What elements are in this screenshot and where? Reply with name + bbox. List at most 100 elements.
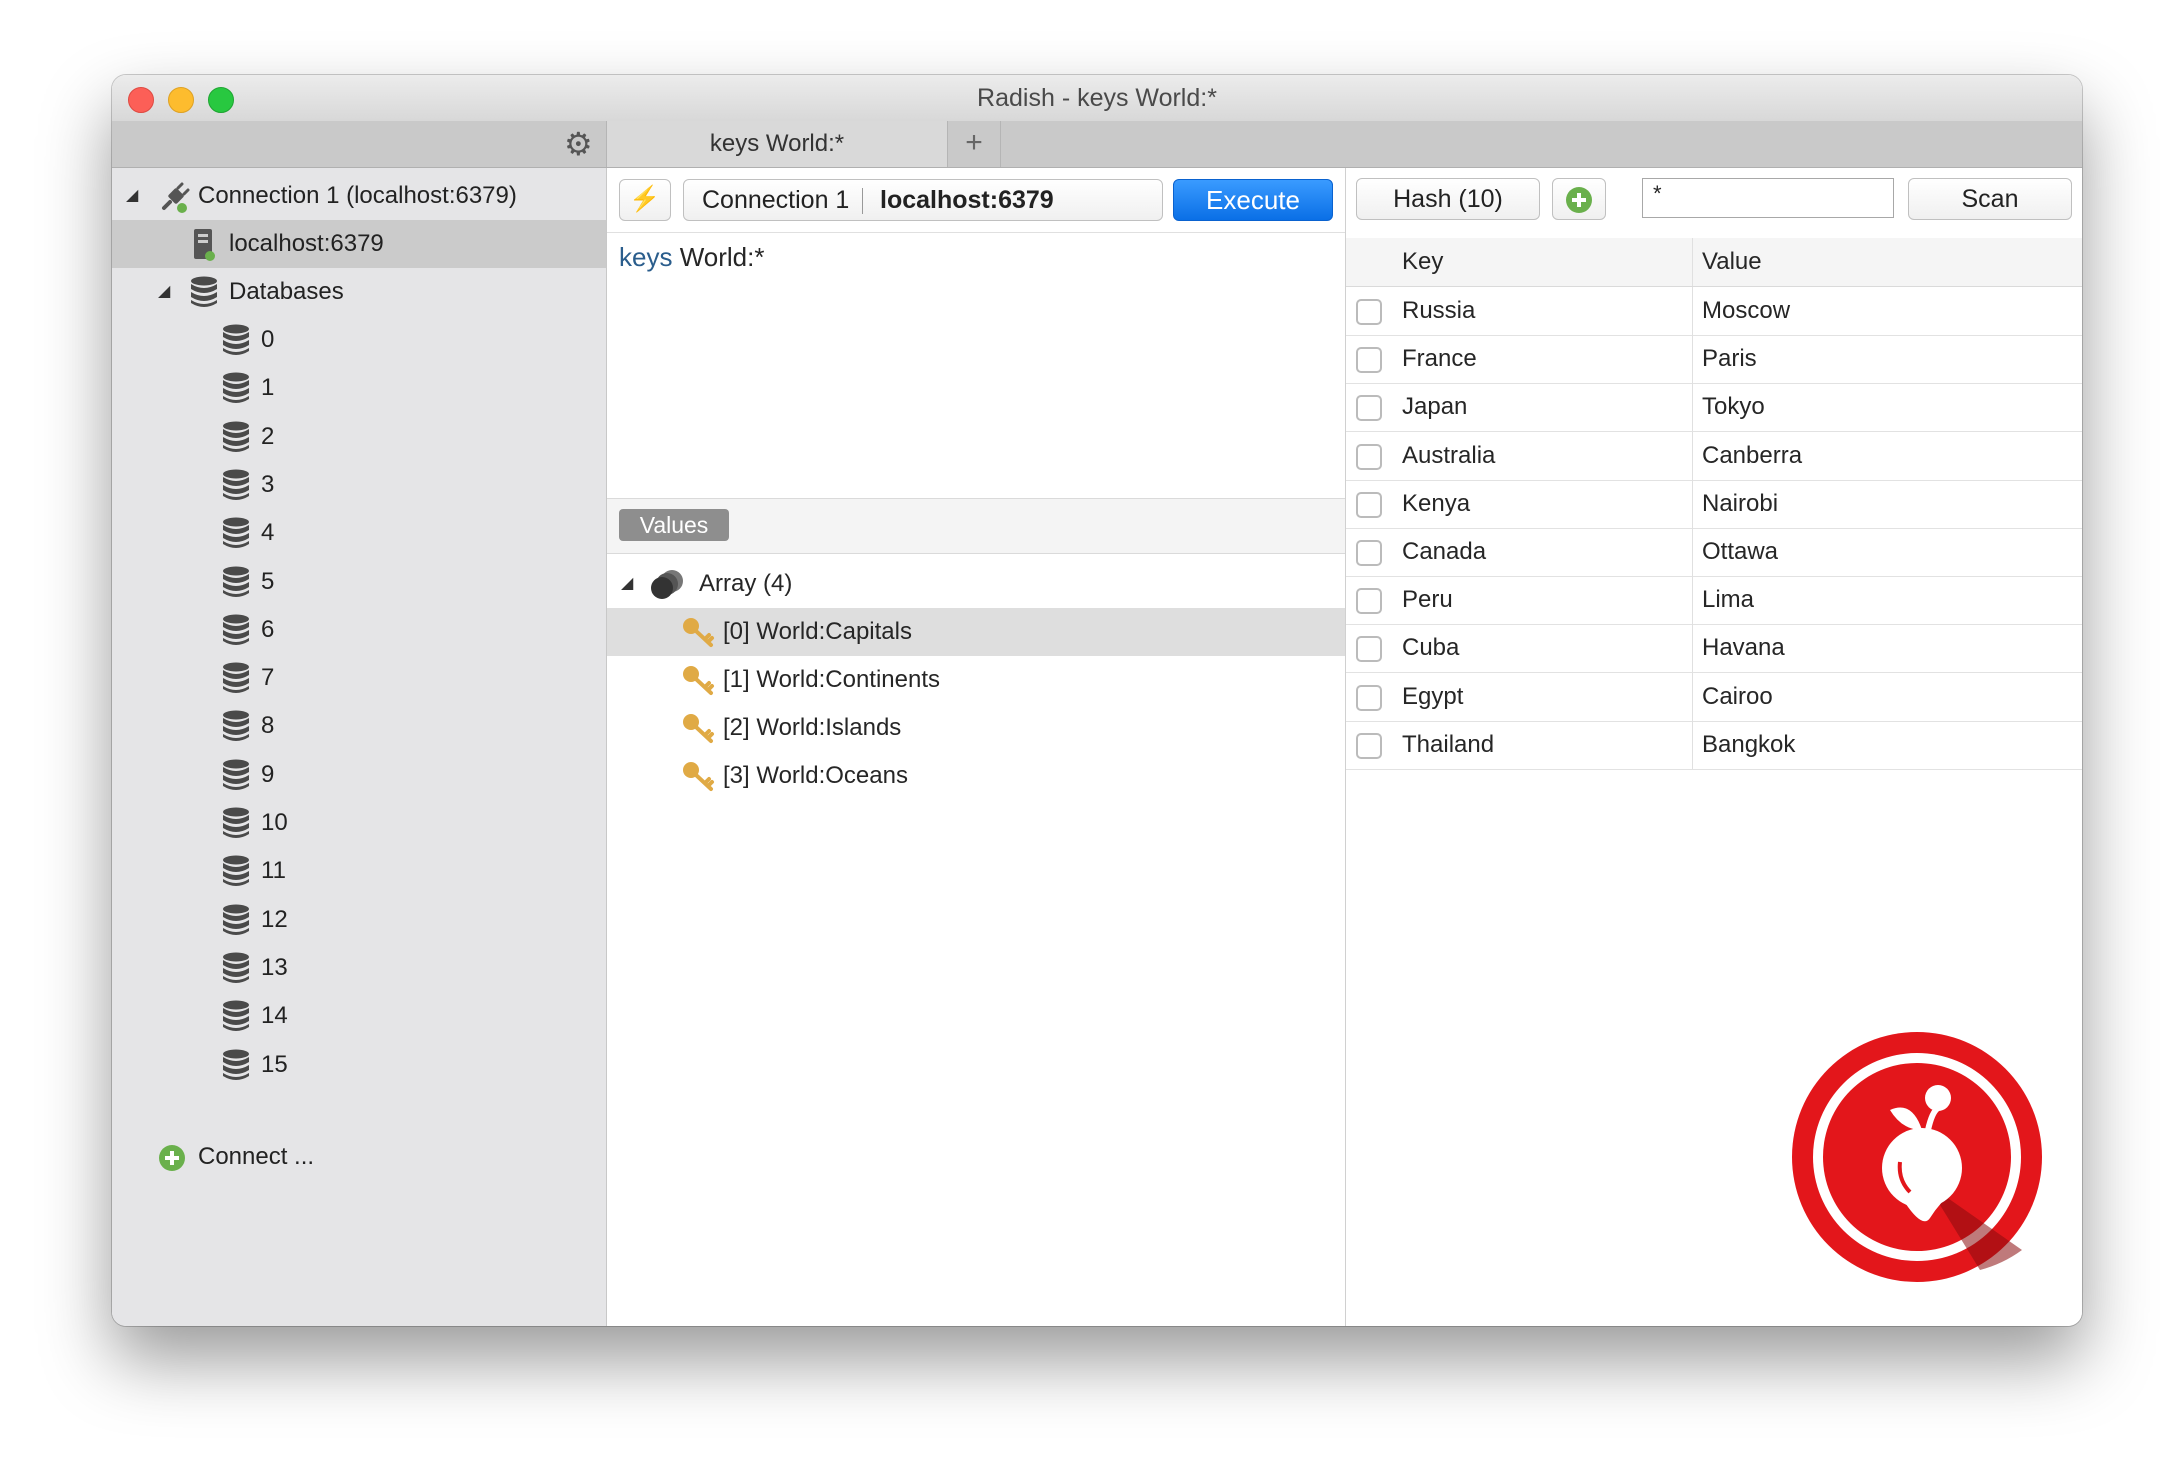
value-cell[interactable]: Ottawa: [1702, 528, 1778, 576]
add-field-button[interactable]: [1552, 178, 1606, 220]
database-item[interactable]: 15: [112, 1041, 606, 1089]
lightning-button[interactable]: ⚡: [619, 179, 671, 221]
value-cell[interactable]: Canberra: [1702, 432, 1802, 480]
row-checkbox[interactable]: [1356, 299, 1382, 325]
value-cell[interactable]: Havana: [1702, 624, 1785, 672]
table-row[interactable]: Australia Canberra: [1346, 431, 2082, 481]
database-item[interactable]: 13: [112, 944, 606, 992]
query-panel: ⚡ Connection 1 localhost:6379 Execute ke…: [607, 168, 1346, 1326]
table-row[interactable]: Canada Ottawa: [1346, 528, 2082, 577]
values-tab[interactable]: Values: [619, 509, 729, 541]
table-row[interactable]: Peru Lima: [1346, 576, 2082, 626]
table-row[interactable]: Egypt Cairoo: [1346, 672, 2082, 722]
tab-query[interactable]: keys World:*: [606, 121, 948, 167]
database-stack-icon: [191, 276, 217, 307]
database-item[interactable]: 9: [112, 751, 606, 799]
disclosure-triangle-icon[interactable]: ◢: [158, 268, 170, 316]
execute-button[interactable]: Execute: [1173, 179, 1333, 221]
database-item[interactable]: 14: [112, 992, 606, 1040]
value-cell[interactable]: Paris: [1702, 335, 1757, 383]
key-cell[interactable]: Cuba: [1402, 624, 1459, 672]
row-checkbox[interactable]: [1356, 732, 1382, 759]
array-icon: [651, 570, 683, 599]
zoom-window-button[interactable]: [208, 87, 234, 113]
value-cell[interactable]: Bangkok: [1702, 721, 1795, 769]
disclosure-triangle-icon[interactable]: ◢: [621, 560, 633, 608]
database-item[interactable]: 4: [112, 509, 606, 557]
array-item[interactable]: [2] World:Islands: [607, 704, 1345, 752]
value-cell[interactable]: Moscow: [1702, 287, 1790, 335]
key-cell[interactable]: Australia: [1402, 432, 1495, 480]
database-item[interactable]: 10: [112, 799, 606, 847]
table-row[interactable]: Japan Tokyo: [1346, 383, 2082, 433]
gear-icon[interactable]: ⚙: [564, 127, 593, 161]
app-window: Radish - keys World:* ⚙ keys World:* + ◢…: [112, 75, 2082, 1326]
database-icon: [223, 710, 249, 742]
minimize-window-button[interactable]: [168, 87, 194, 113]
key-column-header[interactable]: Key: [1402, 238, 1443, 286]
connection-item[interactable]: ◢ Connection 1 (localhost:6379): [112, 172, 606, 220]
database-item[interactable]: 1: [112, 364, 606, 412]
separator: [862, 188, 863, 214]
database-label: 11: [261, 857, 286, 885]
row-checkbox[interactable]: [1356, 588, 1382, 615]
row-checkbox[interactable]: [1356, 395, 1382, 422]
column-divider: [1692, 576, 1693, 625]
key-cell[interactable]: Kenya: [1402, 480, 1470, 528]
connection-selector[interactable]: Connection 1 localhost:6379: [683, 179, 1163, 221]
value-cell[interactable]: Nairobi: [1702, 480, 1778, 528]
hash-type-button[interactable]: Hash (10): [1356, 178, 1540, 220]
database-item[interactable]: 3: [112, 461, 606, 509]
row-checkbox[interactable]: [1356, 491, 1382, 518]
row-checkbox[interactable]: [1356, 636, 1382, 663]
database-item[interactable]: 0: [112, 316, 606, 364]
table-row[interactable]: Russia Moscow: [1346, 287, 2082, 336]
key-cell[interactable]: Thailand: [1402, 721, 1494, 769]
scan-button[interactable]: Scan: [1908, 178, 2072, 220]
query-editor[interactable]: keys World:*: [619, 242, 764, 273]
row-checkbox[interactable]: [1356, 347, 1382, 374]
column-divider: [1692, 335, 1693, 384]
database-item[interactable]: 8: [112, 702, 606, 750]
array-item-label: [1] World:Continents: [723, 666, 940, 693]
close-window-button[interactable]: [128, 87, 154, 113]
value-cell[interactable]: Tokyo: [1702, 383, 1765, 431]
command-argument: World:*: [679, 242, 765, 272]
table-row[interactable]: Thailand Bangkok: [1346, 720, 2082, 770]
host-item[interactable]: localhost:6379: [112, 220, 606, 268]
table-row[interactable]: Cuba Havana: [1346, 624, 2082, 674]
disclosure-triangle-icon[interactable]: ◢: [126, 172, 138, 220]
key-cell[interactable]: Canada: [1402, 528, 1486, 576]
database-icon: [223, 1049, 249, 1080]
key-cell[interactable]: Peru: [1402, 576, 1453, 624]
column-divider: [1692, 383, 1693, 432]
connect-item[interactable]: Connect ...: [112, 1133, 606, 1181]
databases-group[interactable]: ◢ Databases: [112, 268, 606, 316]
key-cell[interactable]: Egypt: [1402, 673, 1463, 721]
table-row[interactable]: Kenya Nairobi: [1346, 479, 2082, 529]
array-item[interactable]: [0] World:Capitals: [607, 608, 1345, 656]
array-root[interactable]: ◢ Array (4): [607, 560, 1345, 608]
array-item-label: [0] World:Capitals: [723, 618, 912, 645]
database-item[interactable]: 2: [112, 413, 606, 461]
row-checkbox[interactable]: [1356, 540, 1382, 566]
table-row[interactable]: France Paris: [1346, 335, 2082, 385]
key-cell[interactable]: France: [1402, 335, 1477, 383]
add-tab-button[interactable]: +: [948, 121, 1001, 167]
database-item[interactable]: 7: [112, 654, 606, 702]
database-item[interactable]: 11: [112, 847, 606, 895]
database-item[interactable]: 12: [112, 896, 606, 944]
key-cell[interactable]: Japan: [1402, 383, 1467, 431]
scan-filter-input[interactable]: *: [1642, 178, 1894, 218]
row-checkbox[interactable]: [1356, 684, 1382, 711]
value-cell[interactable]: Cairoo: [1702, 673, 1773, 721]
array-item[interactable]: [3] World:Oceans: [607, 752, 1345, 800]
key-cell[interactable]: Russia: [1402, 287, 1475, 335]
row-checkbox[interactable]: [1356, 443, 1382, 470]
database-item[interactable]: 5: [112, 558, 606, 606]
database-item[interactable]: 6: [112, 606, 606, 654]
value-column-header[interactable]: Value: [1702, 238, 1762, 286]
value-cell[interactable]: Lima: [1702, 576, 1754, 624]
array-item[interactable]: [1] World:Continents: [607, 656, 1345, 704]
database-label: 14: [261, 1002, 288, 1030]
